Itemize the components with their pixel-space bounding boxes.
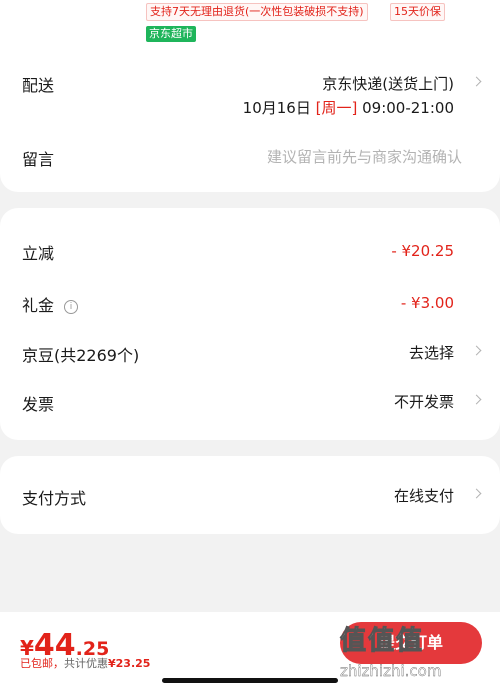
- jingdou-value: 去选择: [408, 344, 454, 362]
- home-indicator[interactable]: [162, 678, 338, 683]
- watermark-url: zhizhizhi.com: [340, 662, 442, 680]
- delivery-label: 配送: [22, 76, 55, 95]
- chevron-right-icon: [471, 488, 482, 499]
- note-input[interactable]: 建议留言前先与商家沟通确认: [267, 146, 462, 167]
- payment-label: 支付方式: [22, 489, 87, 508]
- delivery-method: 京东快递(送货上门): [322, 75, 454, 93]
- discounts-card: 立减 - ¥20.25 礼金 i - ¥3.00 京豆(共2269个) 去选择 发…: [0, 208, 500, 440]
- delivery-time: 10月16日 [周一] 09:00-21:00: [242, 99, 454, 117]
- chevron-right-icon: [471, 76, 482, 87]
- watermark-logo: 值值值: [339, 626, 425, 657]
- order-info-card: 支持7天无理由退货(一次性包装破损不支持) 15天价保 京东超市 配送 京东快递…: [0, 0, 500, 192]
- payment-value: 在线支付: [393, 487, 454, 505]
- chevron-right-icon: [471, 394, 482, 405]
- return-policy-tag: 支持7天无理由退货(一次性包装破损不支持): [146, 3, 368, 21]
- instant-discount-label: 立减: [22, 244, 55, 263]
- invoice-value: 不开发票: [393, 393, 454, 411]
- gift-label: 礼金 i: [22, 292, 79, 316]
- invoice-label: 发票: [22, 395, 55, 414]
- info-circle-icon[interactable]: i: [64, 300, 79, 314]
- jingdou-label: 京豆(共2269个): [22, 346, 140, 365]
- price-protect-tag: 15天价保: [390, 3, 445, 21]
- chevron-right-icon: [471, 345, 482, 356]
- price-summary: 已包邮，共计优惠¥23.25: [20, 657, 151, 670]
- instant-discount-value: - ¥20.25: [391, 242, 454, 260]
- note-label: 留言: [22, 150, 55, 169]
- store-badge: 京东超市: [146, 26, 196, 42]
- gift-value: - ¥3.00: [400, 294, 454, 312]
- payment-card[interactable]: 支付方式 在线支付: [0, 456, 500, 534]
